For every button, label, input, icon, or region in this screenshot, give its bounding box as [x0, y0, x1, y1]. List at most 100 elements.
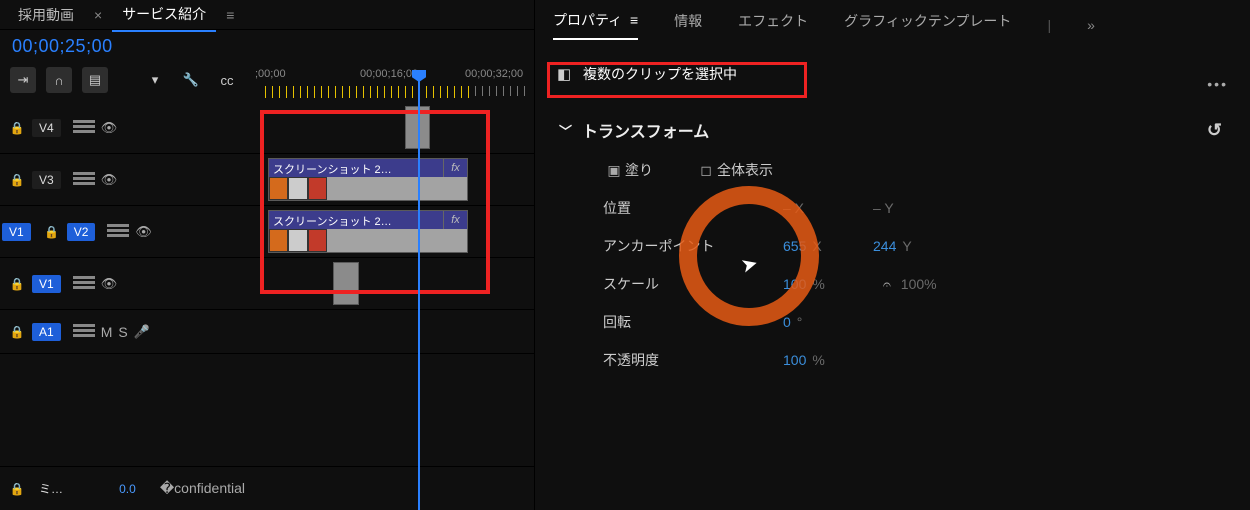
- track-v4: 🔒 V4 👁: [0, 102, 534, 154]
- solo-s[interactable]: S: [118, 324, 127, 340]
- scale-y[interactable]: 100: [901, 276, 924, 292]
- fit-icon[interactable]: �confidential: [160, 480, 245, 497]
- track-v1: 🔒 V1 👁: [0, 258, 534, 310]
- anchor-x[interactable]: 655: [783, 238, 806, 254]
- tab-graphics[interactable]: グラフィックテンプレート: [844, 11, 1011, 39]
- lock-icon[interactable]: 🔒: [8, 173, 26, 187]
- reset-icon[interactable]: ↺: [1207, 120, 1222, 141]
- sync-lock-icon[interactable]: [107, 224, 129, 240]
- track-body-v4[interactable]: [265, 102, 534, 153]
- section-title: トランスフォーム: [582, 118, 709, 142]
- chevron-left-icon: ×: [94, 7, 102, 23]
- ruler-ticks: [265, 86, 534, 100]
- playhead[interactable]: [418, 70, 420, 510]
- marker-icon[interactable]: ▾: [142, 67, 168, 93]
- target-v4[interactable]: V4: [32, 119, 61, 137]
- playhead-timecode[interactable]: 00;00;25;00: [0, 30, 534, 63]
- ruler-label: 00;00;16;00: [360, 68, 418, 80]
- scale-label: スケール: [603, 274, 783, 294]
- sync-lock-icon[interactable]: [73, 324, 95, 340]
- wrench-icon[interactable]: 🔧: [178, 67, 204, 93]
- clip-name: スクリーンショット 2…: [269, 159, 443, 177]
- anchor-label: アンカーポイント: [603, 236, 783, 256]
- opacity-value[interactable]: 100: [783, 352, 806, 368]
- insert-overwrite-icon[interactable]: ⇥: [10, 67, 36, 93]
- sequence-tab-1[interactable]: 採用動画: [8, 0, 84, 31]
- transform-section: ﹀ トランスフォーム ↺ ▣ 塗り ◻ 全体表示 位置 – X – Y アンカー…: [559, 118, 1226, 370]
- anchor-x-unit: X: [812, 238, 821, 254]
- target-a1[interactable]: A1: [32, 323, 61, 341]
- clip-thumbnail: [269, 177, 327, 200]
- clip-v3[interactable]: スクリーンショット 2… fx: [268, 158, 468, 201]
- sequence-tab-2[interactable]: サービス紹介: [112, 0, 216, 32]
- scale-x-unit: %: [812, 276, 824, 292]
- timeline-zoom-row: 🔒 ミ… 0.0 �confidential: [0, 466, 534, 510]
- lock-icon[interactable]: 🔒: [8, 121, 26, 135]
- track-body-v1[interactable]: [265, 258, 534, 309]
- fill-icon[interactable]: ▣: [603, 162, 625, 179]
- clip-name: スクリーンショット 2…: [269, 211, 443, 229]
- selection-header: ◧ 複数のクリップを選択中: [549, 58, 753, 90]
- mute-m[interactable]: M: [101, 324, 113, 340]
- rotation-label: 回転: [603, 312, 783, 332]
- sync-lock-icon[interactable]: [73, 276, 95, 292]
- properties-tab-row: プロパティ ≡ 情報 エフェクト グラフィックテンプレート |»: [535, 0, 1250, 40]
- lock-icon[interactable]: 🔒: [8, 482, 26, 496]
- mix-track-label[interactable]: ミ…: [32, 478, 70, 499]
- tab-properties[interactable]: プロパティ ≡: [553, 10, 638, 40]
- eye-icon[interactable]: 👁: [101, 276, 118, 292]
- eye-icon[interactable]: 👁: [101, 172, 118, 188]
- target-v3[interactable]: V3: [32, 171, 61, 189]
- sync-lock-icon[interactable]: [73, 172, 95, 188]
- selection-header-text: 複数のクリップを選択中: [583, 64, 737, 84]
- scale-x[interactable]: 100: [783, 276, 806, 292]
- scale-y-unit: %: [924, 276, 936, 292]
- track-area: 🔒 V4 👁 🔒 V3 👁 スクリーンショット 2… fx: [0, 102, 534, 354]
- tab-effects[interactable]: エフェクト: [738, 11, 808, 39]
- lock-icon[interactable]: 🔒: [8, 325, 26, 339]
- position-label: 位置: [603, 198, 783, 218]
- clip-v1[interactable]: [333, 262, 359, 305]
- caption-icon[interactable]: cc: [214, 67, 240, 93]
- voiceover-mic-icon[interactable]: 🎤: [134, 324, 150, 340]
- time-ruler[interactable]: ;00;00 00;00;16;00 00;00;32;00: [265, 70, 534, 102]
- lock-icon[interactable]: 🔒: [43, 225, 61, 239]
- position-x[interactable]: – X: [783, 200, 804, 216]
- track-body-a1[interactable]: [265, 310, 534, 353]
- fullview-icon[interactable]: ◻: [695, 162, 717, 179]
- track-body-v3[interactable]: スクリーンショット 2… fx: [265, 154, 534, 205]
- position-y[interactable]: – Y: [873, 200, 894, 216]
- eye-icon[interactable]: 👁: [135, 224, 152, 240]
- fullview-label: 全体表示: [717, 160, 773, 180]
- target-v2[interactable]: V2: [67, 223, 96, 241]
- ruler-label: 00;00;32;00: [465, 68, 523, 80]
- track-body-v2[interactable]: スクリーンショット 2… fx: [265, 206, 534, 257]
- linked-selection-icon[interactable]: ▤: [82, 67, 108, 93]
- tab-info[interactable]: 情報: [674, 11, 702, 39]
- clip-v2[interactable]: スクリーンショット 2… fx: [268, 210, 468, 253]
- fx-badge[interactable]: fx: [443, 211, 467, 229]
- source-v1[interactable]: V1: [2, 223, 31, 241]
- anchor-y[interactable]: 244: [873, 238, 896, 254]
- opacity-unit: %: [812, 352, 824, 368]
- sync-lock-icon[interactable]: [73, 120, 95, 136]
- fx-badge[interactable]: fx: [443, 159, 467, 177]
- properties-panel: プロパティ ≡ 情報 エフェクト グラフィックテンプレート |» ◧ 複数のクリ…: [535, 0, 1250, 510]
- section-header-transform[interactable]: ﹀ トランスフォーム ↺: [559, 118, 1226, 142]
- anchor-y-unit: Y: [902, 238, 911, 254]
- multi-clip-icon: ◧: [557, 65, 575, 83]
- zoom-value[interactable]: 0.0: [119, 482, 136, 496]
- uniform-scale-lock-icon[interactable]: 𝄐: [883, 276, 891, 293]
- track-v3: 🔒 V3 👁 スクリーンショット 2… fx: [0, 154, 534, 206]
- fill-label: 塗り: [625, 160, 695, 180]
- chevron-down-icon: ﹀: [559, 121, 572, 140]
- rotation-value[interactable]: 0: [783, 314, 791, 330]
- more-menu-icon[interactable]: •••: [1207, 76, 1228, 92]
- snap-magnet-icon[interactable]: ∩: [46, 67, 72, 93]
- target-v1[interactable]: V1: [32, 275, 61, 293]
- eye-icon[interactable]: 👁: [101, 120, 118, 136]
- sequence-menu-icon[interactable]: ≡: [226, 7, 234, 23]
- timeline-panel: 採用動画 × サービス紹介 ≡ 00;00;25;00 ⇥ ∩ ▤ ▾ 🔧 cc…: [0, 0, 535, 510]
- lock-icon[interactable]: 🔒: [8, 277, 26, 291]
- overflow-chevron-icon[interactable]: »: [1087, 17, 1092, 33]
